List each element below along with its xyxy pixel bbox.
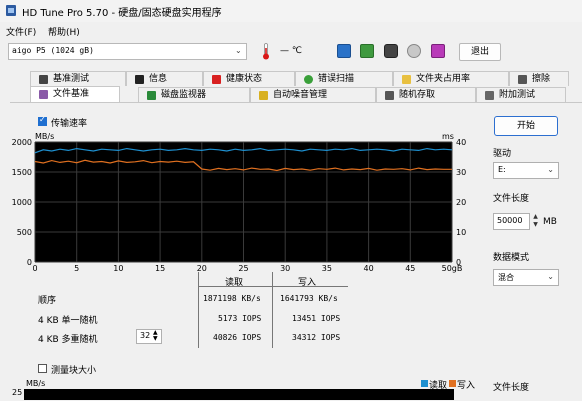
file-length-input[interactable]: 50000: [493, 213, 530, 230]
y-tick-label-right: 40: [456, 138, 466, 147]
row-label-sequential: 顺序: [38, 296, 57, 306]
drive-label: 驱动: [493, 149, 512, 159]
y-tick-label-right: 20: [456, 198, 466, 207]
chevron-down-icon: ⌄: [547, 165, 554, 174]
block-y-top-tick: 25: [12, 388, 23, 397]
x-tick-label: 5: [74, 264, 79, 273]
y-tick-label-left: 0: [27, 258, 32, 267]
4k-multi-write: 34312 IOPS: [292, 333, 341, 342]
spin-down-icon[interactable]: ▼: [531, 221, 540, 229]
table-divider: [198, 272, 199, 348]
x-tick-label: 30: [280, 264, 290, 273]
spin-up-icon[interactable]: ▲: [531, 213, 540, 221]
block-size-label: 测量块大小: [51, 366, 97, 376]
legend-write-swatch: [449, 380, 456, 387]
queue-depth-select[interactable]: 32 ▲ ▼: [136, 329, 162, 344]
x-tick-label: 35: [322, 264, 332, 273]
sequential-write: 1641793 KB/s: [280, 294, 338, 303]
y-tick-label-right: 30: [456, 168, 466, 177]
y-tick-label-right: 10: [456, 228, 466, 237]
x-tick-label: 40: [364, 264, 374, 273]
legend-write: 写入: [457, 381, 476, 391]
y-tick-label-left: 500: [17, 228, 32, 237]
drive-letter-value: E:: [498, 165, 506, 174]
4k-single-read: 5173 IOPS: [218, 314, 262, 323]
x-tick-label: 50gB: [442, 264, 463, 273]
legend-read: 读取: [429, 381, 448, 391]
x-tick-label: 10: [113, 264, 123, 273]
data-pattern-label: 数据模式: [493, 253, 530, 263]
table-divider: [198, 286, 348, 287]
y-tick-label-left: 2000: [12, 138, 32, 147]
x-tick-label: 45: [405, 264, 415, 273]
x-tick-label: 15: [155, 264, 165, 273]
column-header-write: 写入: [298, 278, 317, 288]
queue-depth-value: 32: [140, 331, 151, 340]
spin-down-icon: ▼: [153, 335, 158, 342]
file-length-label-2: 文件长度: [493, 383, 530, 393]
block-y-unit: MB/s: [26, 379, 46, 388]
sequential-read: 1871198 KB/s: [203, 294, 261, 303]
x-tick-label: 25: [238, 264, 248, 273]
chevron-down-icon: ⌄: [547, 272, 554, 281]
data-pattern-value: 混合: [498, 273, 514, 282]
y-tick-label-left: 1500: [12, 168, 32, 177]
y-tick-label-left: 1000: [12, 198, 32, 207]
file-length-value: 50000: [497, 216, 523, 225]
x-tick-label: 0: [32, 264, 37, 273]
file-length-label: 文件长度: [493, 194, 530, 204]
row-label-4k-single: 4 KB 单一随机: [38, 316, 98, 326]
file-length-unit: MB: [543, 217, 557, 227]
drive-letter-select[interactable]: E: ⌄: [493, 162, 559, 179]
column-header-read: 读取: [225, 278, 244, 288]
4k-multi-read: 40826 IOPS: [213, 333, 262, 342]
4k-single-write: 13451 IOPS: [292, 314, 341, 323]
y-unit-left: MB/s: [35, 132, 54, 141]
y-unit-right: ms: [442, 132, 454, 141]
legend-read-swatch: [421, 380, 428, 387]
block-size-checkbox[interactable]: [38, 364, 47, 373]
row-label-4k-multi: 4 KB 多重随机: [38, 335, 98, 345]
start-button[interactable]: 开始: [494, 116, 558, 136]
block-size-chart: [24, 389, 454, 400]
data-pattern-select[interactable]: 混合 ⌄: [493, 269, 559, 286]
table-divider: [272, 272, 273, 348]
